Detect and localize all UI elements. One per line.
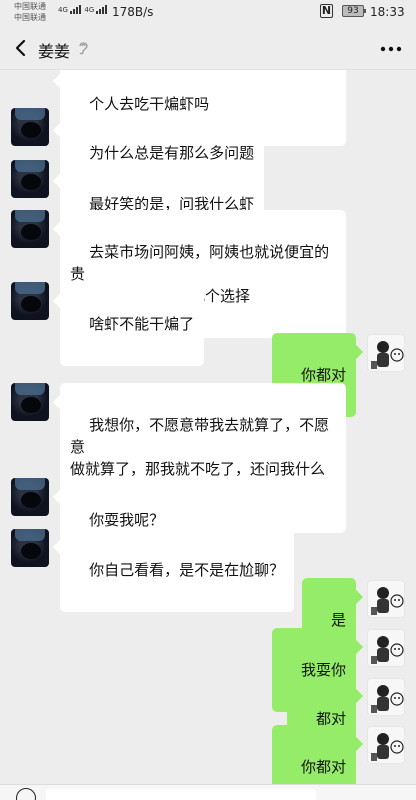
input-bar (0, 784, 416, 800)
message-text: 你都对 (300, 366, 346, 384)
message-bubble-received[interactable]: 你自己看看，是不是在尬聊？ (60, 528, 295, 612)
carrier-2: 中国联通 (14, 13, 46, 22)
network-type-1: 4G (58, 6, 68, 14)
contact-avatar[interactable] (11, 383, 49, 421)
nfc-icon: N (320, 4, 333, 18)
contact-avatar[interactable] (11, 282, 49, 320)
message-text: 你都对 (300, 758, 346, 776)
clock: 18:33 (370, 5, 405, 19)
voice-icon[interactable] (16, 788, 36, 800)
network-speed: 178B/s (112, 5, 154, 19)
message-text: 为什么总是有那么多问题 (89, 144, 255, 162)
status-bar: 中国联通 中国联通 4G 4G 178B/s N 93 18:33 (0, 0, 416, 26)
signal-icon: 4G 4G (58, 5, 108, 14)
self-avatar-image (371, 587, 404, 615)
network-type-2: 4G (84, 6, 95, 14)
chat-header: 姜姜 (0, 26, 416, 70)
message-text: 你耍我呢？ (89, 511, 165, 529)
self-avatar-image (371, 685, 404, 713)
self-avatar[interactable] (367, 334, 405, 372)
self-avatar-image (371, 636, 404, 664)
self-avatar-image (371, 733, 404, 761)
message-text: 啥虾不能干煸了 (89, 315, 195, 333)
message-input[interactable] (46, 789, 316, 800)
self-avatar[interactable] (367, 629, 405, 667)
ear-icon (79, 42, 88, 55)
message-text: 你自己看看，是不是在尬聊？ (89, 561, 285, 579)
chevron-left-icon[interactable] (12, 38, 30, 58)
carrier-1: 中国联通 (14, 2, 46, 11)
message-bubble-sent[interactable]: 你都对 (271, 725, 356, 784)
message-bubble-received[interactable]: 啥虾不能干煸了 (60, 282, 205, 366)
self-avatar[interactable] (367, 726, 405, 764)
contact-avatar[interactable] (11, 210, 49, 248)
contact-avatar[interactable] (11, 478, 49, 516)
self-avatar[interactable] (367, 580, 405, 618)
carrier-info: 中国联通 中国联通 (14, 1, 46, 23)
message-text: 是 (330, 611, 346, 629)
self-avatar[interactable] (367, 678, 405, 716)
contact-avatar[interactable] (11, 108, 49, 146)
chat-area[interactable]: 个人去吃干煸虾吗 为什么总是有那么多问题 最好笑的是，问我什么虾 去菜市场问阿姨… (0, 70, 416, 784)
more-dots-icon[interactable] (380, 46, 402, 52)
contact-avatar[interactable] (11, 160, 49, 198)
chat-title: 姜姜 (38, 42, 71, 61)
self-avatar-image (371, 341, 404, 369)
battery-icon: 93 (342, 5, 366, 17)
contact-avatar[interactable] (11, 529, 49, 567)
